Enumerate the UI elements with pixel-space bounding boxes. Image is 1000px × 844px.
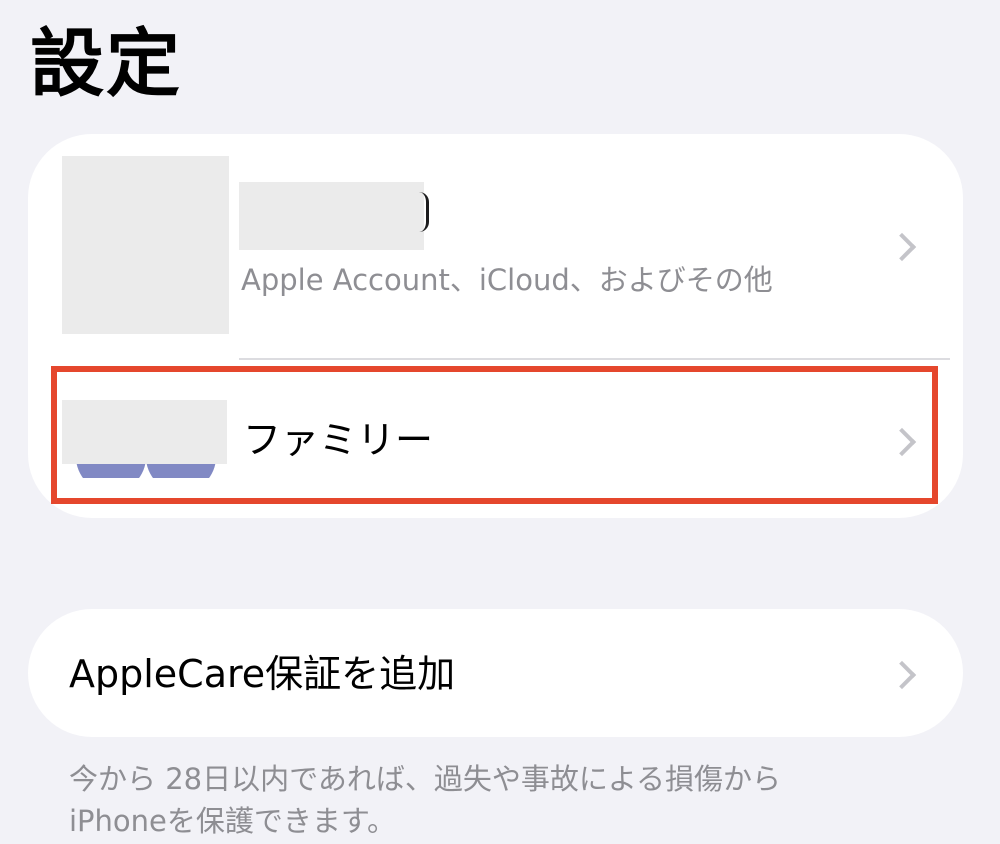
applecare-row[interactable]: AppleCare保証を追加 xyxy=(28,609,963,737)
family-label: ファミリー xyxy=(243,418,434,462)
chevron-right-icon xyxy=(887,232,917,262)
account-name-tail xyxy=(418,192,429,232)
family-avatars xyxy=(62,400,227,478)
chevron-right-icon xyxy=(887,427,917,457)
family-row[interactable]: ファミリー xyxy=(28,360,963,518)
account-card: Apple Account、iCloud、およびその他 ファミリー xyxy=(28,134,963,518)
account-row[interactable]: Apple Account、iCloud、およびその他 xyxy=(28,134,963,360)
family-avatars-redacted xyxy=(62,400,227,464)
page-title: 設定 xyxy=(30,21,182,107)
account-subtitle: Apple Account、iCloud、およびその他 xyxy=(241,263,773,297)
applecare-label: AppleCare保証を追加 xyxy=(69,652,456,696)
applecare-footnote-line1: 今から 28日以内であれば、過失や事故による損傷から xyxy=(69,762,781,796)
applecare-footnote-line2: iPhoneを保護できます。 xyxy=(69,804,396,838)
applecare-footnote: 今から 28日以内であれば、過失や事故による損傷から iPhoneを保護できます… xyxy=(69,758,949,842)
account-name-redacted xyxy=(239,182,424,250)
account-avatar xyxy=(62,156,229,334)
chevron-right-icon xyxy=(887,660,917,690)
